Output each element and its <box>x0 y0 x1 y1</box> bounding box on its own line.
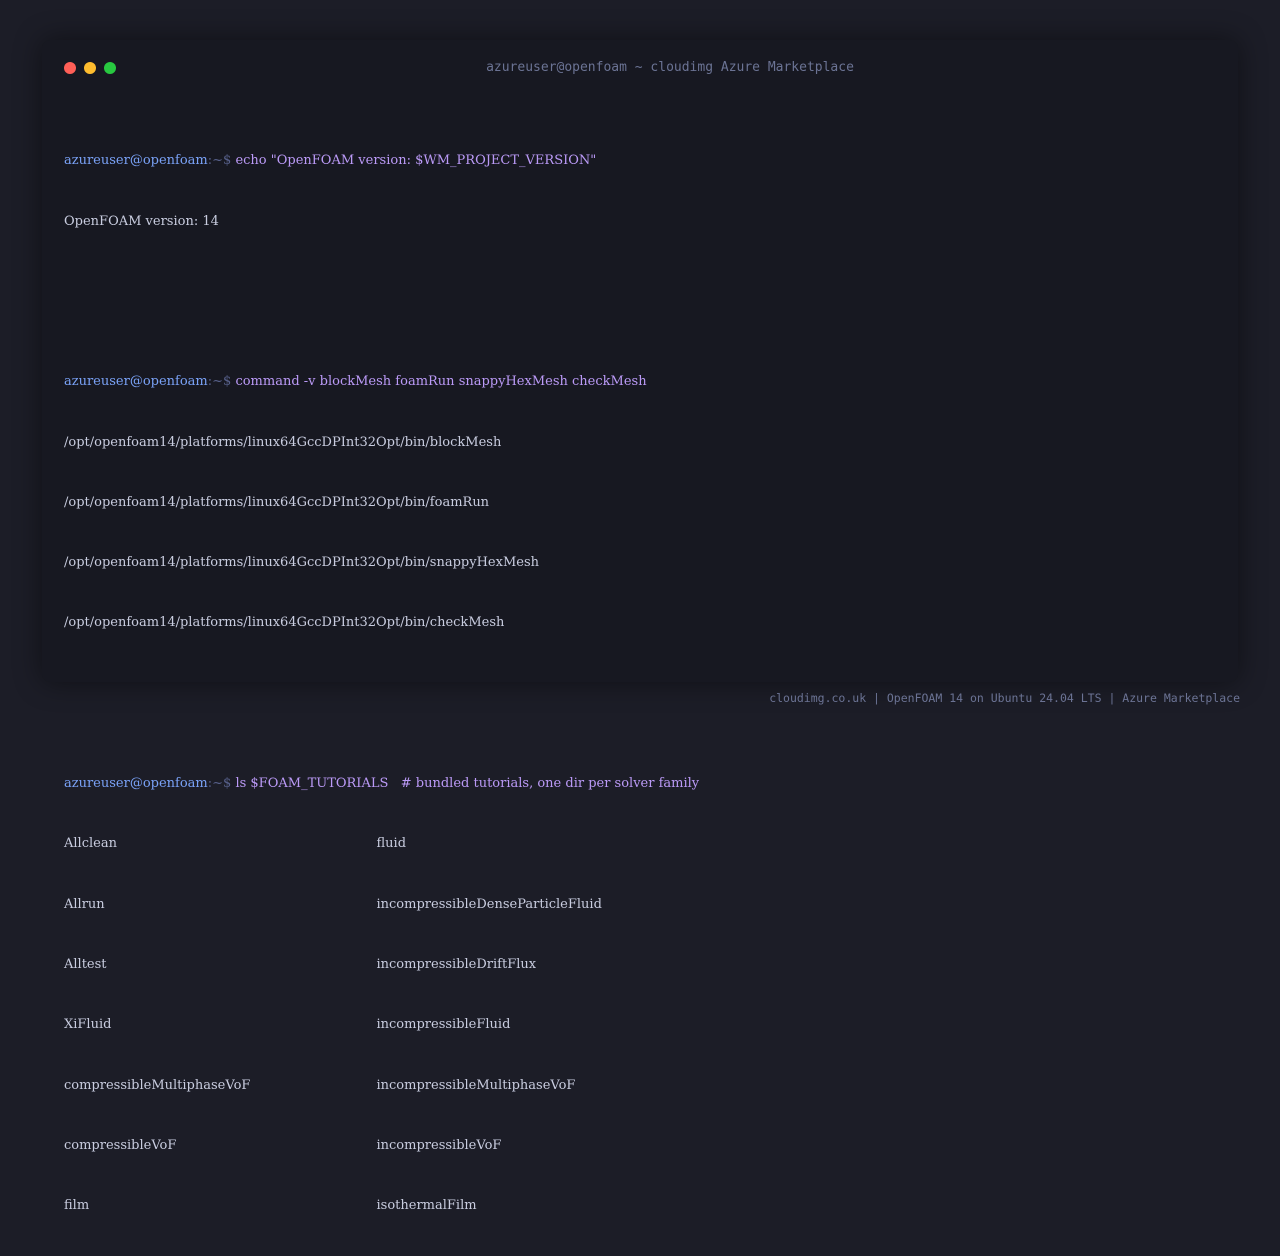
listing-entry: compressibleVoF <box>64 1137 177 1153</box>
listing-entry: incompressibleDenseParticleFluid <box>376 896 602 912</box>
prompt-path: :~$ <box>207 153 236 169</box>
window-title: azureuser@openfoam ~ cloudimg Azure Mark… <box>486 60 854 75</box>
listing-row: Alltest incompressibleDriftFlux <box>64 955 1214 975</box>
terminal-window: azureuser@openfoam ~ cloudimg Azure Mark… <box>42 40 1238 1213</box>
listing-entry: fluid <box>376 836 407 852</box>
listing-entry: incompressibleMultiphaseVoF <box>376 1077 576 1093</box>
terminal-output[interactable]: azureuser@openfoam:~$ echo "OpenFOAM ver… <box>64 91 1214 1256</box>
command-text: echo "OpenFOAM version: $WM_PROJECT_VERS… <box>235 153 597 169</box>
prompt-path: :~$ <box>207 776 236 792</box>
listing-row: compressibleMultiphaseVoF incompressibleM… <box>64 1076 1214 1096</box>
listing-entry: incompressibleDriftFlux <box>376 957 537 973</box>
listing-entry: isothermalFilm <box>376 1198 477 1214</box>
listing-entry: film <box>64 1198 90 1214</box>
prompt-user-host: azureuser@openfoam <box>64 374 208 390</box>
prompt-line: azureuser@openfoam:~$ echo "OpenFOAM ver… <box>64 151 1214 171</box>
output-line: OpenFOAM version: 14 <box>64 213 219 229</box>
output-line: /opt/openfoam14/platforms/linux64GccDPIn… <box>64 494 490 510</box>
prompt-user-host: azureuser@openfoam <box>64 776 208 792</box>
prompt-line: azureuser@openfoam:~$ command -v blockMe… <box>64 372 1214 392</box>
prompt-user-host: azureuser@openfoam <box>64 153 208 169</box>
listing-row: Allclean fluid <box>64 834 1214 854</box>
command-text: ls $FOAM_TUTORIALS # bundled tutorials, … <box>235 776 700 792</box>
listing-row: compressibleVoF incompressibleVoF <box>64 1136 1214 1156</box>
listing-entry: Alltest <box>64 957 107 973</box>
output-line: /opt/openfoam14/platforms/linux64GccDPIn… <box>64 615 505 631</box>
listing-row: film isothermalFilm <box>64 1196 1214 1216</box>
prompt-line: azureuser@openfoam:~$ ls $FOAM_TUTORIALS… <box>64 774 1214 794</box>
prompt-path: :~$ <box>207 374 236 390</box>
listing-entry: XiFluid <box>64 1017 112 1033</box>
footer-caption: cloudimg.co.uk | OpenFOAM 14 on Ubuntu 2… <box>769 691 1240 705</box>
listing-row: Allrun incompressibleDenseParticleFluid <box>64 895 1214 915</box>
listing-row: XiFluid incompressibleFluid <box>64 1015 1214 1035</box>
listing-entry: Allrun <box>64 896 105 912</box>
listing-entry: incompressibleVoF <box>376 1137 502 1153</box>
title-bar: azureuser@openfoam ~ cloudimg Azure Mark… <box>42 40 1238 96</box>
listing-entry: Allclean <box>64 836 117 852</box>
command-text: command -v blockMesh foamRun snappyHexMe… <box>235 374 647 390</box>
output-line: /opt/openfoam14/platforms/linux64GccDPIn… <box>64 434 502 450</box>
listing-entry: compressibleMultiphaseVoF <box>64 1077 251 1093</box>
output-line: /opt/openfoam14/platforms/linux64GccDPIn… <box>64 555 540 571</box>
listing-entry: incompressibleFluid <box>376 1017 511 1033</box>
